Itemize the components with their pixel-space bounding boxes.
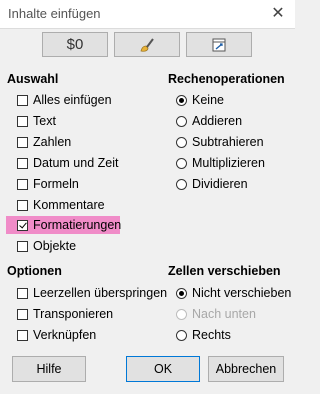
option-label: Formatierungen bbox=[33, 218, 122, 232]
checkbox[interactable] bbox=[17, 157, 28, 169]
option-label: Kommentare bbox=[33, 198, 105, 212]
radio-button-disabled bbox=[176, 308, 187, 320]
ok-button[interactable]: OK bbox=[126, 356, 200, 382]
checkbox[interactable] bbox=[17, 115, 28, 127]
radio-button[interactable] bbox=[176, 329, 187, 341]
option-label: Dividieren bbox=[192, 177, 248, 191]
values-only-button[interactable]: $0 bbox=[42, 32, 108, 57]
option-label: Multiplizieren bbox=[192, 156, 265, 170]
close-icon[interactable]: ✕ bbox=[269, 5, 287, 23]
radio-nach-unten: Nach unten bbox=[176, 305, 256, 323]
checkbox[interactable] bbox=[17, 178, 28, 190]
radio-nicht-verschieben[interactable]: Nicht verschieben bbox=[176, 284, 291, 302]
option-verknuepfen[interactable]: Verknüpfen bbox=[17, 326, 96, 344]
option-zahlen[interactable]: Zahlen bbox=[17, 133, 71, 151]
option-label: Nicht verschieben bbox=[192, 286, 292, 300]
option-label: Subtrahieren bbox=[192, 135, 264, 149]
checkbox[interactable] bbox=[17, 287, 28, 299]
option-transponieren[interactable]: Transponieren bbox=[17, 305, 113, 323]
option-datum-und-zeit[interactable]: Datum und Zeit bbox=[17, 154, 118, 172]
option-label: Nach unten bbox=[192, 307, 256, 321]
ok-button-label: OK bbox=[153, 362, 173, 376]
radio-button-checked[interactable] bbox=[176, 287, 187, 299]
checkbox[interactable] bbox=[17, 94, 28, 106]
option-objekte[interactable]: Objekte bbox=[17, 237, 76, 255]
checkbox-checked[interactable] bbox=[17, 219, 28, 231]
values-only-label: $0 bbox=[66, 36, 84, 53]
option-leerzellen-ueberspringen[interactable]: Leerzellen überspringen bbox=[17, 284, 167, 302]
option-label: Datum und Zeit bbox=[33, 156, 119, 170]
radio-dividieren[interactable]: Dividieren bbox=[176, 175, 248, 193]
radio-addieren[interactable]: Addieren bbox=[176, 112, 242, 130]
option-kommentare[interactable]: Kommentare bbox=[17, 196, 105, 214]
option-label: Transponieren bbox=[33, 307, 114, 321]
zellen-verschieben-heading: Zellen verschieben bbox=[168, 264, 281, 278]
auswahl-heading: Auswahl bbox=[7, 72, 59, 86]
radio-subtrahieren[interactable]: Subtrahieren bbox=[176, 133, 264, 151]
transpose-icon bbox=[212, 38, 226, 51]
checkbox[interactable] bbox=[17, 240, 28, 252]
option-label: Leerzellen überspringen bbox=[33, 286, 168, 300]
radio-button-checked[interactable] bbox=[176, 94, 187, 106]
option-label: Objekte bbox=[33, 239, 77, 253]
paintbrush-icon bbox=[140, 37, 154, 52]
formats-only-button[interactable] bbox=[114, 32, 180, 57]
radio-keine[interactable]: Keine bbox=[176, 91, 224, 109]
option-formatierungen[interactable]: Formatierungen bbox=[17, 216, 121, 234]
option-label: Alles einfügen bbox=[33, 93, 112, 107]
option-label: Keine bbox=[192, 93, 224, 107]
optionen-heading: Optionen bbox=[7, 264, 62, 278]
option-label: Addieren bbox=[192, 114, 243, 128]
option-label: Text bbox=[33, 114, 56, 128]
radio-button[interactable] bbox=[176, 136, 187, 148]
radio-button[interactable] bbox=[176, 157, 187, 169]
option-formeln[interactable]: Formeln bbox=[17, 175, 79, 193]
option-label: Rechts bbox=[192, 328, 231, 342]
radio-multiplizieren[interactable]: Multiplizieren bbox=[176, 154, 265, 172]
checkbox[interactable] bbox=[17, 308, 28, 320]
radio-rechts[interactable]: Rechts bbox=[176, 326, 231, 344]
radio-button[interactable] bbox=[176, 178, 187, 190]
option-label: Formeln bbox=[33, 177, 79, 191]
help-button-label: Hilfe bbox=[36, 362, 62, 376]
radio-button[interactable] bbox=[176, 115, 187, 127]
checkbox[interactable] bbox=[17, 199, 28, 211]
window-title: Inhalte einfügen bbox=[8, 6, 101, 21]
help-button[interactable]: Hilfe bbox=[12, 356, 86, 382]
cancel-button[interactable]: Abbrechen bbox=[208, 356, 284, 382]
transpose-all-button[interactable] bbox=[186, 32, 252, 57]
cancel-button-label: Abbrechen bbox=[215, 362, 277, 376]
checkbox[interactable] bbox=[17, 329, 28, 341]
checkbox[interactable] bbox=[17, 136, 28, 148]
option-label: Verknüpfen bbox=[33, 328, 97, 342]
option-text[interactable]: Text bbox=[17, 112, 56, 130]
option-label: Zahlen bbox=[33, 135, 72, 149]
rechenoperationen-heading: Rechenoperationen bbox=[168, 72, 285, 86]
title-bar: Inhalte einfügen ✕ bbox=[0, 0, 295, 29]
option-alles-einfuegen[interactable]: Alles einfügen bbox=[17, 91, 112, 109]
